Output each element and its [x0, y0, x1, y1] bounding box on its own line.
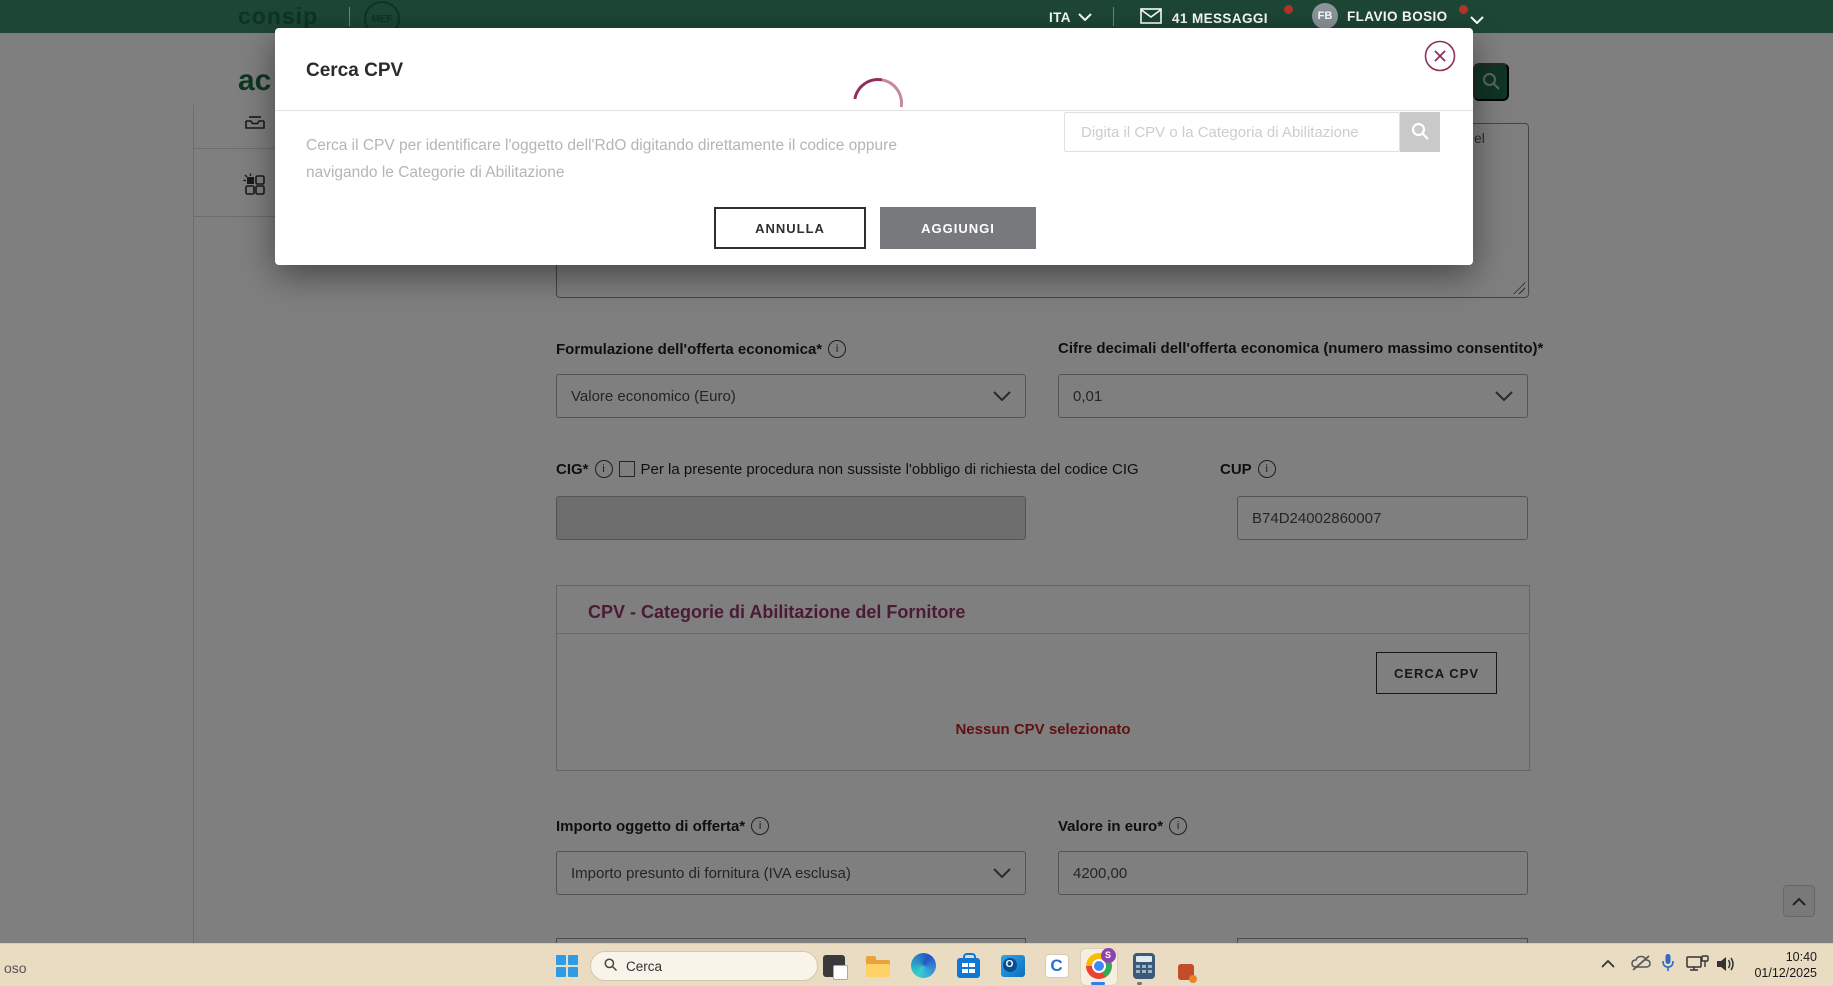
clock-time: 10:40 — [1754, 949, 1817, 965]
edge-icon[interactable] — [910, 952, 937, 979]
start-button[interactable] — [553, 952, 580, 979]
browser-status-text: oso — [4, 960, 27, 976]
chevron-down-icon — [1078, 8, 1092, 26]
taskbar-search[interactable]: Cerca — [590, 951, 818, 981]
modal-title: Cerca CPV — [306, 60, 403, 82]
user-menu[interactable]: FB FLAVIO BOSIO — [1312, 3, 1448, 29]
running-indicator — [1137, 982, 1142, 985]
loading-spinner-icon — [843, 68, 913, 138]
citrix-icon[interactable]: C — [1043, 952, 1070, 979]
taskbar-clock[interactable]: 10:40 01/12/2025 — [1754, 949, 1817, 982]
microphone-icon[interactable] — [1661, 953, 1675, 978]
close-icon — [1423, 61, 1457, 76]
modal-description: Cerca il CPV per identificare l'oggetto … — [306, 132, 956, 186]
profile-badge: S — [1101, 948, 1116, 963]
aggiungi-button[interactable]: AGGIUNGI — [880, 207, 1036, 249]
pinned-app-icon[interactable] — [1172, 958, 1199, 985]
messages-menu[interactable]: 41 MESSAGGI — [1140, 8, 1268, 29]
cpv-search-button[interactable] — [1400, 112, 1440, 152]
envelope-icon — [1140, 8, 1162, 29]
annulla-button[interactable]: ANNULLA — [714, 207, 866, 249]
tray-chevron-up-icon[interactable] — [1600, 956, 1616, 974]
windows-taskbar: oso Cerca C S — [0, 943, 1833, 986]
cerca-cpv-modal: Cerca CPV Cerca il CPV per identificare … — [275, 28, 1473, 265]
calculator-icon[interactable] — [1130, 952, 1157, 979]
running-indicator — [1091, 982, 1105, 985]
outlook-icon[interactable] — [999, 952, 1026, 979]
chrome-icon[interactable]: S — [1085, 952, 1112, 979]
notification-dot — [1459, 5, 1468, 14]
search-icon — [1410, 121, 1430, 144]
screen: ac el Formulazione dell'offerta ec — [0, 0, 1833, 986]
clock-date: 01/12/2025 — [1754, 965, 1817, 981]
volume-icon[interactable] — [1715, 955, 1737, 978]
chevron-down-icon[interactable] — [1470, 11, 1484, 29]
windows-logo-icon — [556, 955, 578, 977]
divider — [1113, 7, 1114, 26]
file-explorer-icon[interactable] — [864, 952, 891, 979]
close-button[interactable] — [1423, 39, 1457, 73]
consip-logo: consip — [238, 3, 318, 30]
divider — [349, 7, 350, 26]
network-icon[interactable] — [1686, 955, 1710, 978]
avatar: FB — [1312, 3, 1338, 29]
notification-dot — [1284, 5, 1293, 14]
task-view-icon[interactable] — [820, 952, 847, 979]
onedrive-paused-icon[interactable] — [1630, 954, 1652, 977]
cpv-search-input[interactable] — [1064, 112, 1400, 152]
language-selector[interactable]: ITA — [1049, 8, 1092, 26]
search-icon — [603, 957, 618, 975]
microsoft-store-icon[interactable] — [955, 952, 982, 979]
